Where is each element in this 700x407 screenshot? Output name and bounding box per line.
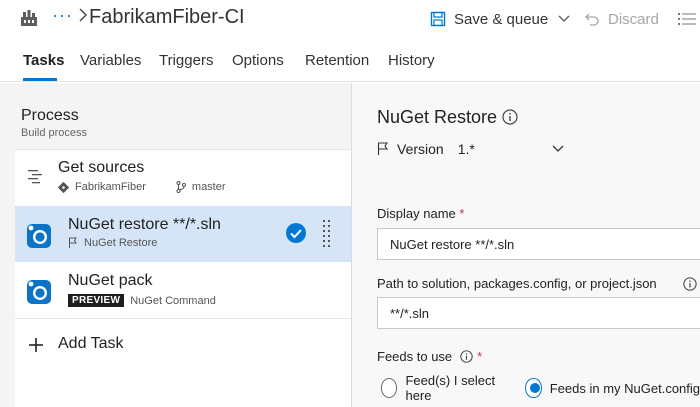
info-icon[interactable] [683, 277, 697, 291]
radio-label: Feeds in my NuGet.config [549, 380, 700, 396]
drag-handle-icon[interactable] [321, 218, 333, 250]
display-name-label: Display name * [377, 206, 464, 221]
task-title: Get sources [58, 159, 145, 176]
display-name-label-text: Display name [377, 206, 456, 221]
feeds-label: Feeds to use * [377, 349, 482, 364]
chevron-down-icon[interactable] [552, 145, 564, 153]
repo-name: FabrikamFiber [75, 181, 146, 193]
required-marker: * [459, 206, 465, 221]
editor-tabs: Tasks Variables Triggers Options Retenti… [0, 38, 700, 82]
preview-badge: PREVIEW [68, 294, 125, 307]
tab-tasks[interactable]: Tasks [23, 52, 64, 69]
version-label: Version [397, 141, 444, 157]
task-row-nuget-restore[interactable]: NuGet restore **/*.sln NuGet Restore [15, 206, 351, 262]
active-tab-indicator [23, 78, 57, 81]
get-sources-icon [28, 170, 42, 184]
display-name-input[interactable] [377, 228, 700, 260]
chevron-right-icon [79, 8, 87, 22]
pipeline-title[interactable]: FabrikamFiber-CI [89, 6, 245, 29]
info-icon[interactable] [460, 350, 473, 363]
tab-triggers[interactable]: Triggers [159, 52, 213, 69]
undo-icon [585, 13, 599, 26]
nuget-icon [27, 280, 51, 304]
path-input[interactable] [377, 297, 700, 329]
build-pipeline-icon [21, 10, 37, 26]
tab-options[interactable]: Options [232, 52, 284, 69]
path-label-text: Path to solution, packages.config, or pr… [377, 276, 657, 291]
flag-icon [377, 142, 389, 155]
discard-label: Discard [608, 10, 659, 28]
task-meta: NuGet Restore [68, 237, 157, 249]
tab-retention[interactable]: Retention [305, 52, 369, 69]
process-title: Process [21, 107, 79, 124]
radio-label: Feed(s) I select here [405, 373, 496, 403]
task-details-panel: NuGet Restore Version 1.* Display name *… [351, 83, 700, 407]
task-list: Process Build process Get sources Fabrik… [15, 83, 351, 407]
info-icon[interactable] [502, 109, 518, 125]
version-selector[interactable]: Version 1.* [377, 141, 475, 157]
discard-button[interactable]: Discard [584, 8, 659, 30]
task-type: NuGet Restore [84, 237, 158, 249]
feeds-label-text: Feeds to use [377, 349, 453, 364]
task-title: NuGet pack [68, 272, 153, 289]
task-details-title: NuGet Restore [377, 107, 498, 127]
task-meta: PREVIEW NuGet Command [68, 294, 216, 307]
path-label: Path to solution, packages.config, or pr… [377, 276, 657, 291]
checkmark-icon[interactable] [285, 222, 307, 244]
add-task-button[interactable]: Add Task [15, 319, 351, 373]
task-meta: FabrikamFiber master [58, 181, 226, 193]
task-title: NuGet restore **/*.sln [68, 216, 221, 233]
flag-icon [69, 237, 77, 248]
plus-icon [29, 338, 43, 352]
tab-variables[interactable]: Variables [80, 52, 141, 69]
task-row-nuget-pack[interactable]: NuGet pack PREVIEW NuGet Command [15, 262, 351, 319]
save-icon [430, 11, 446, 27]
tab-history[interactable]: History [388, 52, 435, 69]
breadcrumb-more-button[interactable]: ··· [52, 5, 73, 26]
chevron-down-icon[interactable] [558, 15, 570, 23]
radio-feeds-nuget-config[interactable] [525, 378, 542, 398]
nuget-icon [27, 224, 51, 248]
task-row-get-sources[interactable]: Get sources FabrikamFiber master [15, 149, 351, 206]
save-and-queue-button[interactable]: Save & queue [430, 8, 570, 30]
version-value: 1.* [457, 141, 475, 157]
save-and-queue-label: Save & queue [454, 10, 549, 28]
required-marker: * [477, 349, 483, 364]
feeds-radio-group: Feed(s) I select here Feeds in my NuGet.… [381, 373, 700, 403]
branch-name: master [191, 181, 226, 193]
list-menu-icon[interactable] [678, 12, 696, 26]
git-repo-icon [58, 181, 69, 193]
task-type: NuGet Command [130, 294, 216, 307]
process-header[interactable]: Process Build process [15, 83, 351, 149]
add-task-label: Add Task [58, 335, 124, 352]
top-bar: ··· FabrikamFiber-CI Save & queue Discar… [0, 0, 700, 38]
radio-feeds-select-here[interactable] [381, 378, 398, 398]
process-panel: Process Build process Get sources Fabrik… [0, 83, 351, 407]
branch-icon [176, 181, 186, 193]
process-subtitle: Build process [21, 127, 88, 139]
